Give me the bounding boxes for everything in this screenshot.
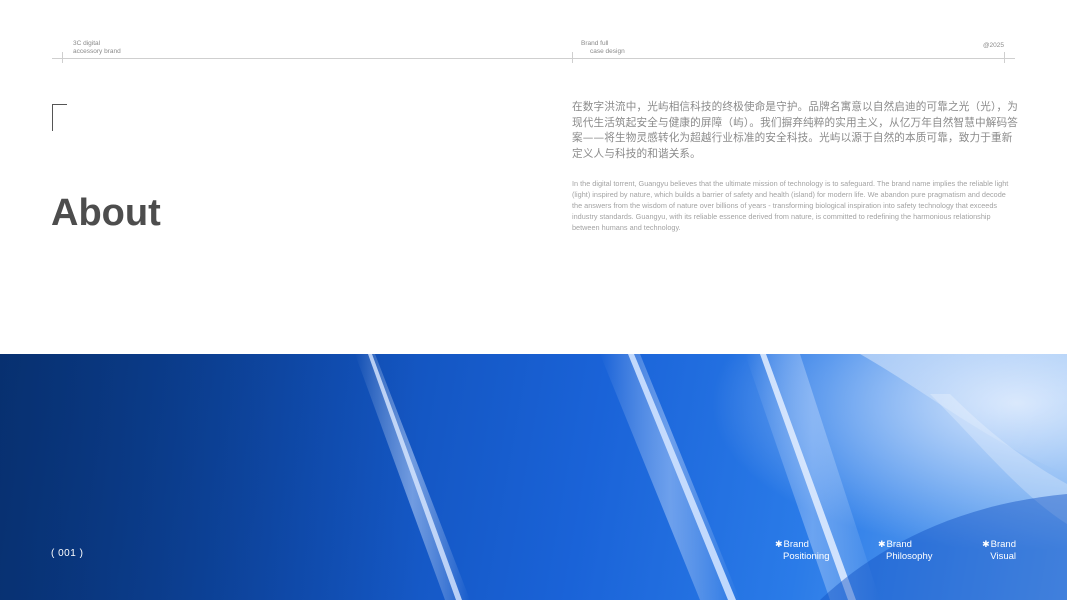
body-english: In the digital torrent, Guangyu believes… — [572, 179, 1009, 233]
nav-brand-philosophy[interactable]: ✱Brand Philosophy — [878, 539, 932, 562]
header-year-text: @2025 — [982, 42, 1004, 49]
nav-brand-visual[interactable]: ✱Brand Visual — [982, 539, 1016, 562]
nav-label-line1: Brand — [990, 539, 1016, 550]
body-chinese: 在数字洪流中，光屿相信科技的终极使命是守护。品牌名寓意以自然启迪的可靠之光（光）… — [572, 101, 1018, 160]
slide-page: 3C digital accessory brand Brand full ca… — [0, 0, 1067, 600]
nav-label-line1: Brand — [783, 539, 809, 550]
header-tick-right — [1004, 52, 1005, 63]
nav-label-line2: Positioning — [783, 550, 830, 562]
nav-label-line2: Philosophy — [886, 550, 933, 562]
nav-label-line2: Visual — [990, 550, 1016, 562]
header-divider — [52, 58, 1015, 59]
section-title: About — [51, 192, 161, 234]
page-number: ( 001 ) — [51, 548, 84, 559]
hero-image-band — [0, 354, 1067, 600]
header-mid-line2: case design — [590, 47, 625, 55]
header-brand-category: 3C digital accessory brand — [73, 40, 121, 55]
abstract-glass-waves — [0, 354, 1067, 600]
nav-brand-positioning[interactable]: ✱Brand Positioning — [775, 539, 829, 562]
asterisk-icon: ✱ — [775, 539, 783, 549]
header-mid-line1: Brand full — [581, 40, 609, 47]
header-tick-left — [62, 52, 63, 63]
header-tick-mid — [572, 52, 573, 63]
asterisk-icon: ✱ — [982, 539, 990, 549]
header-year: @2025 — [983, 42, 1004, 50]
corner-bracket-icon — [52, 104, 67, 131]
header-left-line2: accessory brand — [73, 47, 121, 55]
header-design-scope: Brand full case design — [581, 40, 625, 55]
nav-label-line1: Brand — [886, 539, 912, 550]
asterisk-icon: ✱ — [878, 539, 886, 549]
header-left-line1: 3C digital — [73, 40, 101, 47]
